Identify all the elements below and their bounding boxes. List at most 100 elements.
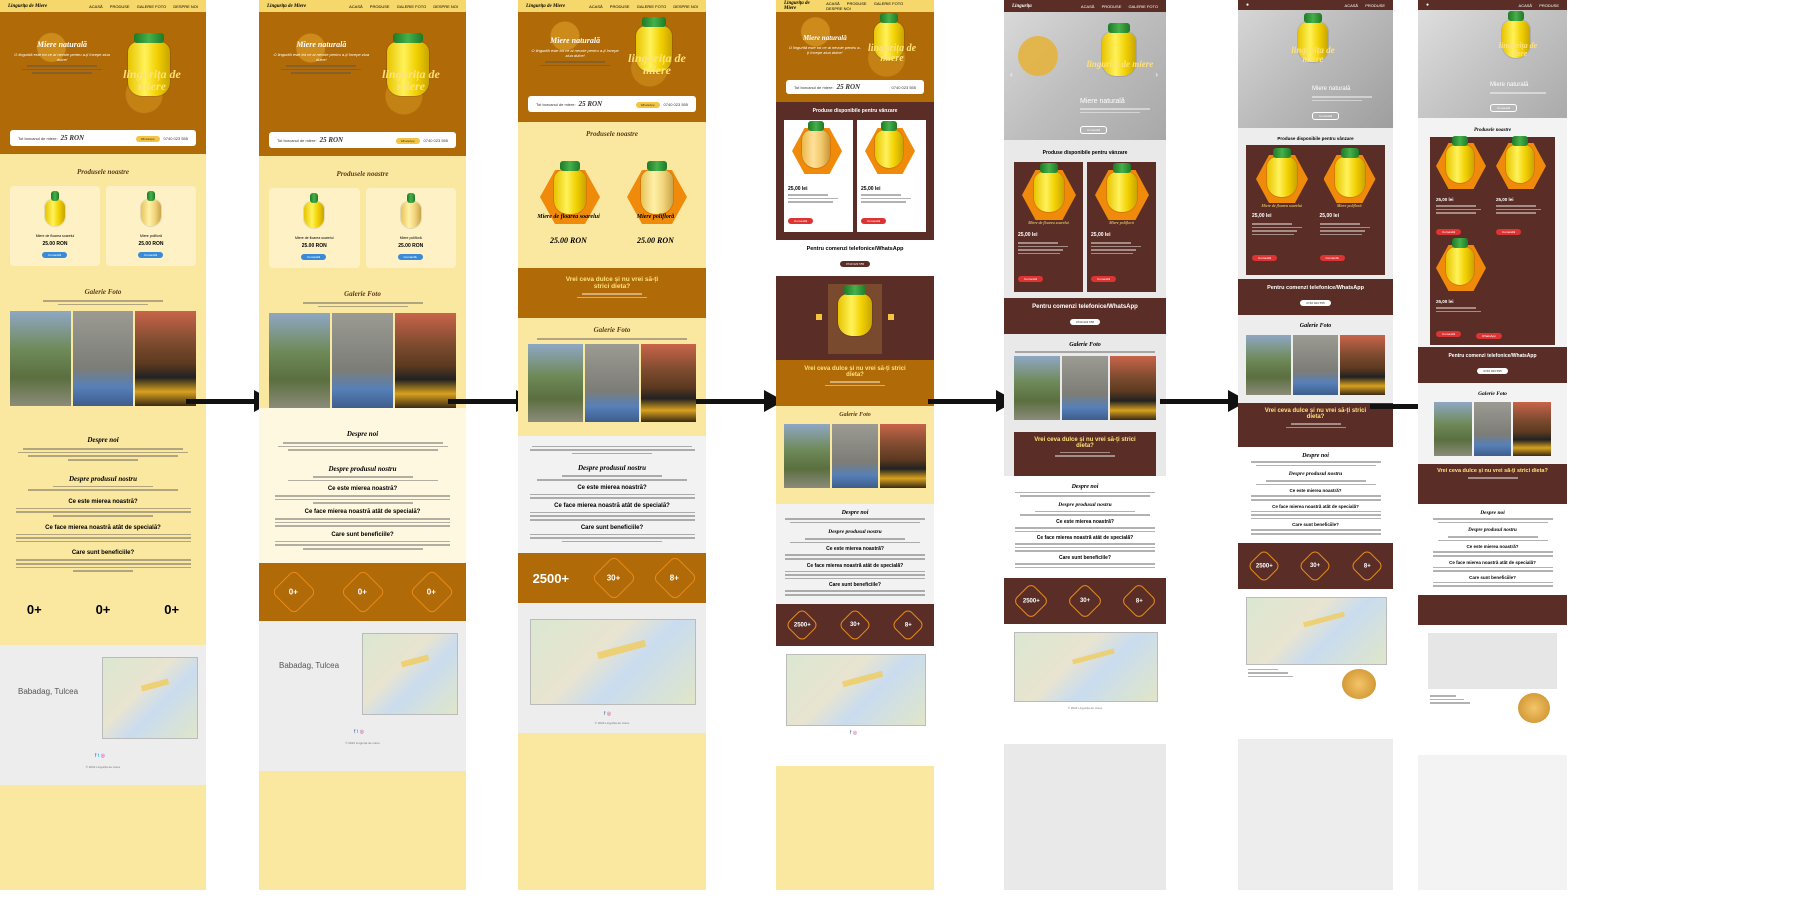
nav-link-home[interactable]: ACASĂ bbox=[349, 4, 363, 9]
nav-link-about[interactable]: DESPRE NOI bbox=[673, 4, 698, 9]
gallery-photo[interactable] bbox=[784, 424, 830, 488]
add-to-cart-button[interactable]: Comandă bbox=[397, 254, 423, 260]
location-map[interactable] bbox=[786, 653, 926, 726]
nav-link-gallery[interactable]: GALERIE FOTO bbox=[137, 4, 167, 9]
gallery-photo[interactable] bbox=[584, 343, 640, 422]
phone-number[interactable]: 0740 023 555 bbox=[664, 102, 688, 107]
phone-order-button[interactable]: 0740 023 555 bbox=[1069, 319, 1101, 325]
gallery-photo[interactable] bbox=[1293, 335, 1338, 395]
instagram-icon[interactable]: ◎ bbox=[607, 711, 611, 717]
facebook-icon[interactable]: f bbox=[850, 730, 851, 736]
site-logo[interactable]: Lingurița de Miere bbox=[8, 4, 47, 9]
whatsapp-button[interactable]: WhatsApp bbox=[395, 137, 420, 144]
order-button[interactable]: Comandă bbox=[1018, 276, 1044, 282]
map-placeholder[interactable] bbox=[1428, 632, 1557, 689]
gallery-photo[interactable] bbox=[1246, 335, 1291, 395]
location-map[interactable] bbox=[1246, 596, 1387, 665]
nav-link-products[interactable]: PRODUSE bbox=[1539, 3, 1559, 8]
facebook-icon[interactable]: f bbox=[354, 729, 355, 735]
gallery-photo[interactable] bbox=[269, 313, 330, 409]
hero-cta-button[interactable]: Comandă bbox=[1312, 112, 1340, 120]
gallery-photo[interactable] bbox=[1110, 355, 1156, 420]
order-button[interactable]: Comandă bbox=[1496, 229, 1522, 235]
location-map[interactable] bbox=[102, 656, 198, 739]
location-map[interactable] bbox=[362, 632, 458, 715]
nav-link-gallery[interactable]: GALERIE FOTO bbox=[397, 4, 427, 9]
product-card[interactable]: Miere polifloră 25.00 RON bbox=[615, 161, 696, 264]
product-card[interactable]: Miere polifloră 25,00 lei Comandă bbox=[1318, 148, 1382, 269]
order-button[interactable]: Comandă bbox=[1091, 276, 1117, 282]
gallery-photo[interactable] bbox=[1513, 402, 1552, 456]
phone-number[interactable]: 0740 023 555 bbox=[892, 85, 916, 90]
site-logo[interactable]: Lingurița de Miere bbox=[784, 1, 820, 11]
product-card[interactable]: Miere de floarea soarelui 25,00 lei Coma… bbox=[1014, 162, 1083, 292]
nav-link-about[interactable]: DESPRE NOI bbox=[433, 4, 458, 9]
nav-link-gallery[interactable]: GALERIE FOTO bbox=[1129, 4, 1159, 9]
order-button[interactable]: Comandă bbox=[788, 218, 814, 224]
location-map[interactable] bbox=[530, 619, 696, 706]
slider-prev-icon[interactable]: ‹ bbox=[1010, 70, 1013, 79]
gallery-photo[interactable] bbox=[72, 311, 134, 407]
nav-link-about[interactable]: DESPRE NOI bbox=[173, 4, 198, 9]
phone-order-button[interactable]: 0740 023 555 bbox=[839, 261, 871, 267]
site-logo[interactable]: Lingurița bbox=[1012, 4, 1032, 9]
nav-link-home[interactable]: ACASĂ bbox=[1345, 3, 1359, 8]
gallery-photo[interactable] bbox=[528, 343, 583, 422]
twitter-icon[interactable]: t bbox=[98, 753, 99, 759]
hero-cta-button[interactable]: Comandă bbox=[1490, 104, 1518, 112]
location-map[interactable] bbox=[1014, 632, 1158, 703]
nav-link-home[interactable]: ACASĂ bbox=[1519, 3, 1533, 8]
order-button[interactable]: Comandă bbox=[1319, 255, 1345, 261]
slider-next-icon[interactable]: › bbox=[1155, 70, 1158, 79]
whatsapp-order-button[interactable]: WhatsApp bbox=[1476, 333, 1502, 339]
nav-link-home[interactable]: ACASĂ bbox=[1081, 4, 1095, 9]
gallery-photo[interactable] bbox=[1434, 402, 1472, 456]
product-card[interactable]: Miere polifloră 25.00 RON Comandă bbox=[365, 188, 456, 268]
facebook-icon[interactable]: f bbox=[95, 753, 96, 759]
gallery-photo[interactable] bbox=[1473, 402, 1512, 456]
hero-cta-button[interactable]: Comandă bbox=[1080, 126, 1108, 134]
nav-link-products[interactable]: PRODUSE bbox=[1102, 4, 1122, 9]
nav-link-gallery[interactable]: GALERIE FOTO bbox=[874, 1, 904, 6]
nav-link-products[interactable]: PRODUSE bbox=[110, 4, 130, 9]
phone-number[interactable]: 0740 023 555 bbox=[424, 138, 448, 143]
gallery-photo[interactable] bbox=[1062, 355, 1108, 420]
order-button[interactable]: Comandă bbox=[1436, 229, 1462, 235]
gallery-photo[interactable] bbox=[10, 311, 71, 407]
carousel-next-button[interactable] bbox=[888, 314, 894, 320]
product-card[interactable]: Miere de floarea soarelui 25.00 RON bbox=[528, 161, 609, 264]
site-logo[interactable]: Lingurița de Miere bbox=[267, 4, 306, 9]
whatsapp-button[interactable]: WhatsApp bbox=[135, 135, 160, 142]
whatsapp-button[interactable]: WhatsApp bbox=[635, 101, 660, 108]
product-card[interactable]: Miere polifloră 25,00 lei Comandă bbox=[1087, 162, 1156, 292]
order-button[interactable]: Comandă bbox=[861, 218, 887, 224]
product-card[interactable]: Miere de floarea soarelui 25.00 RON Coma… bbox=[10, 186, 100, 266]
nav-link-about[interactable]: DESPRE NOI bbox=[826, 6, 851, 11]
nav-link-home[interactable]: ACASĂ bbox=[589, 4, 603, 9]
gallery-photo[interactable] bbox=[641, 343, 697, 422]
gallery-photo[interactable] bbox=[1014, 355, 1060, 420]
carousel-prev-button[interactable] bbox=[816, 314, 822, 320]
product-card[interactable]: Miere de floarea soarelui 25,00 lei Coma… bbox=[1250, 148, 1314, 269]
phone-order-button[interactable]: 0740 023 555 bbox=[1300, 300, 1331, 306]
instagram-icon[interactable]: ◎ bbox=[853, 730, 857, 736]
product-card[interactable]: Miere polifloră 25.00 RON Comandă bbox=[106, 186, 196, 266]
site-logo[interactable]: ● bbox=[1246, 3, 1249, 8]
product-card[interactable]: 25,00 lei Comandă bbox=[1434, 238, 1490, 343]
site-logo[interactable]: ● bbox=[1426, 3, 1429, 8]
instagram-icon[interactable]: ◎ bbox=[360, 729, 364, 735]
add-to-cart-button[interactable]: Comandă bbox=[42, 252, 68, 258]
order-button[interactable]: Comandă bbox=[1252, 255, 1278, 261]
phone-order-button[interactable]: 0740 023 555 bbox=[1477, 368, 1508, 374]
product-card[interactable]: Miere de floarea soarelui 25.00 RON Coma… bbox=[269, 188, 360, 268]
phone-number[interactable]: 0740 023 555 bbox=[164, 136, 188, 141]
nav-link-products[interactable]: PRODUSE bbox=[1365, 3, 1385, 8]
product-card[interactable]: 25,00 lei Comandă bbox=[1434, 136, 1490, 241]
gallery-photo[interactable] bbox=[832, 424, 878, 488]
add-to-cart-button[interactable]: Comandă bbox=[301, 254, 327, 260]
product-card[interactable]: 25,00 lei Comandă bbox=[784, 120, 853, 232]
gallery-photo[interactable] bbox=[1340, 335, 1385, 395]
instagram-icon[interactable]: ◎ bbox=[101, 753, 105, 759]
gallery-photo[interactable] bbox=[135, 311, 197, 407]
site-logo[interactable]: Lingurița de Miere bbox=[526, 4, 565, 9]
